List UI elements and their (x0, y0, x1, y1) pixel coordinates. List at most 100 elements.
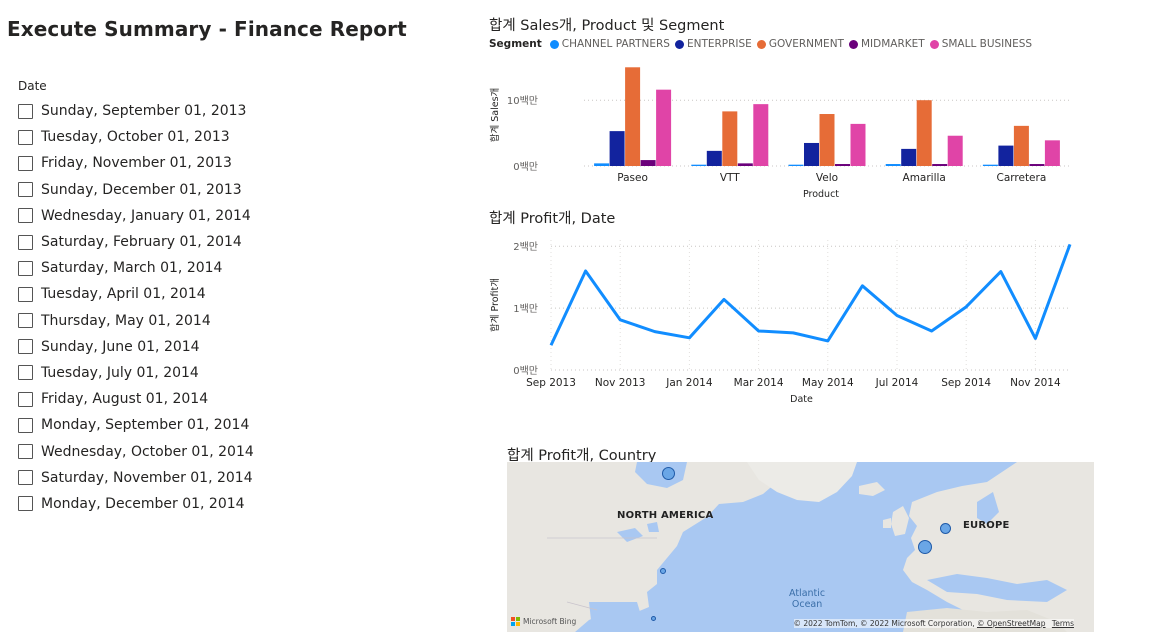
slicer-item-label: Tuesday, October 01, 2013 (41, 129, 230, 146)
bar-carretera-4[interactable] (1044, 140, 1060, 166)
line-x-tick: Sep 2013 (526, 377, 576, 389)
line-x-axis-label: Date (790, 394, 813, 405)
bar-carretera-1[interactable] (998, 145, 1014, 166)
map-bubble-canada[interactable] (662, 467, 675, 480)
slicer-item[interactable]: Sunday, December 01, 2013 (18, 177, 318, 203)
legend-item[interactable]: GOVERNMENT (756, 38, 844, 50)
legend-item[interactable]: SMALL BUSINESS (929, 38, 1032, 50)
line-x-tick: Nov 2013 (595, 377, 646, 389)
slicer-list: Sunday, September 01, 2013 Tuesday, Octob… (18, 98, 318, 517)
checkbox-icon[interactable] (18, 208, 33, 224)
bar-x-tick: Paseo (617, 172, 648, 184)
slicer-item-label: Saturday, November 01, 2014 (41, 469, 253, 486)
map-bubble-usa[interactable] (660, 568, 666, 574)
slicer-item[interactable]: Saturday, February 01, 2014 (18, 229, 318, 255)
line-y-axis-label: 합계 Profit개 (489, 278, 501, 332)
bar-velo-0[interactable] (788, 164, 804, 166)
slicer-item-label: Wednesday, January 01, 2014 (41, 207, 251, 224)
slicer-item-label: Tuesday, July 01, 2014 (41, 364, 199, 381)
bar-velo-2[interactable] (819, 114, 835, 166)
bar-velo-3[interactable] (835, 164, 850, 166)
bar-paseo-3[interactable] (640, 160, 656, 166)
legend-item[interactable]: ENTERPRISE (674, 38, 752, 50)
checkbox-icon[interactable] (18, 234, 33, 250)
slicer-item[interactable]: Wednesday, January 01, 2014 (18, 203, 318, 229)
slicer-item[interactable]: Friday, August 01, 2014 (18, 386, 318, 412)
bar-carretera-2[interactable] (1013, 125, 1029, 166)
slicer-item-label: Friday, August 01, 2014 (41, 391, 209, 408)
map-bubble-france[interactable] (918, 540, 932, 554)
slicer-item[interactable]: Sunday, September 01, 2013 (18, 98, 318, 124)
slicer-item-label: Monday, December 01, 2014 (41, 495, 245, 512)
slicer-item[interactable]: Tuesday, October 01, 2013 (18, 124, 318, 150)
slicer-item[interactable]: Tuesday, July 01, 2014 (18, 360, 318, 386)
bar-paseo-0[interactable] (594, 163, 610, 166)
slicer-item[interactable]: Monday, December 01, 2014 (18, 491, 318, 517)
profit-series-line[interactable] (549, 243, 1072, 346)
sales-chart-title: 합계 Sales개, Product 및 Segment (489, 18, 725, 34)
checkbox-icon[interactable] (18, 155, 33, 171)
checkbox-icon[interactable] (18, 391, 33, 407)
profit-line-chart[interactable]: 0백만 1백만 2백만합계 Profit개 Sep 2013 Nov 2013 Jan 2… (480, 228, 1100, 408)
europe-label: EUROPE (963, 520, 1010, 531)
bar-amarilla-1[interactable] (901, 148, 917, 166)
checkbox-icon[interactable] (18, 470, 33, 486)
bar-amarilla-0[interactable] (885, 164, 901, 166)
checkbox-icon[interactable] (18, 260, 33, 276)
checkbox-icon[interactable] (18, 444, 33, 460)
slicer-item[interactable]: Monday, September 01, 2014 (18, 412, 318, 438)
slicer-item[interactable]: Friday, November 01, 2013 (18, 150, 318, 176)
slicer-item[interactable]: Sunday, June 01, 2014 (18, 334, 318, 360)
bar-carretera-0[interactable] (982, 164, 998, 166)
slicer-item[interactable]: Thursday, May 01, 2014 (18, 308, 318, 334)
bar-velo-4[interactable] (850, 123, 866, 166)
bar-amarilla-3[interactable] (932, 164, 948, 166)
slicer-item-label: Sunday, September 01, 2013 (41, 103, 247, 120)
legend-item[interactable]: MIDMARKET (848, 38, 925, 50)
bar-paseo-2[interactable] (625, 67, 641, 166)
checkbox-icon[interactable] (18, 313, 33, 329)
sales-bar-chart[interactable]: 0백만 10백만 합계 Sales개 Paseo VTT Velo Amarilla Carr… (480, 55, 1100, 205)
bar-amarilla-2[interactable] (916, 100, 932, 166)
bar-x-tick: Carretera (997, 172, 1047, 184)
legend-dot-icon (848, 39, 858, 49)
openstreetmap-link[interactable]: © OpenStreetMap (977, 619, 1046, 628)
bar-paseo-4[interactable] (656, 89, 672, 166)
terms-link[interactable]: Terms (1052, 619, 1074, 628)
bar-vtt-1[interactable] (706, 150, 722, 166)
bar-paseo-1[interactable] (609, 131, 625, 166)
ocean-label-line1: Atlantic (789, 588, 826, 599)
checkbox-icon[interactable] (18, 129, 33, 145)
checkbox-icon[interactable] (18, 103, 33, 119)
profit-map[interactable]: NORTH AMERICA EUROPE Atlantic Ocean Micr… (507, 462, 1094, 632)
legend-dot-icon (674, 39, 684, 49)
bar-vtt-2[interactable] (722, 111, 738, 166)
slicer-item[interactable]: Saturday, November 01, 2014 (18, 465, 318, 491)
checkbox-icon[interactable] (18, 417, 33, 433)
bar-vtt-4[interactable] (753, 104, 769, 166)
map-bubble-germany[interactable] (940, 523, 951, 534)
checkbox-icon[interactable] (18, 286, 33, 302)
slicer-item[interactable]: Tuesday, April 01, 2014 (18, 281, 318, 307)
legend-item[interactable]: CHANNEL PARTNERS (549, 38, 670, 50)
legend-label: GOVERNMENT (768, 38, 844, 50)
checkbox-icon[interactable] (18, 339, 33, 355)
checkbox-icon[interactable] (18, 182, 33, 198)
bar-carretera-3[interactable] (1029, 164, 1045, 166)
map-bubble-mexico[interactable] (651, 616, 656, 621)
bar-velo-1[interactable] (804, 142, 819, 166)
checkbox-icon[interactable] (18, 365, 33, 381)
bar-vtt-3[interactable] (737, 163, 753, 166)
slicer-item[interactable]: Wednesday, October 01, 2014 (18, 438, 318, 464)
checkbox-icon[interactable] (18, 496, 33, 512)
bar-y-tick: 10백만 (507, 95, 538, 107)
legend-label: ENTERPRISE (686, 38, 752, 50)
bing-logo: Microsoft Bing (511, 617, 576, 626)
slicer-item-label: Saturday, March 01, 2014 (41, 260, 223, 277)
bar-amarilla-4[interactable] (947, 135, 963, 166)
slicer-item-label: Friday, November 01, 2013 (41, 155, 232, 172)
slicer-item[interactable]: Saturday, March 01, 2014 (18, 255, 318, 281)
bing-logo-text: Microsoft Bing (523, 617, 577, 626)
north-america-label: NORTH AMERICA (617, 510, 714, 521)
bar-vtt-0[interactable] (691, 164, 707, 166)
